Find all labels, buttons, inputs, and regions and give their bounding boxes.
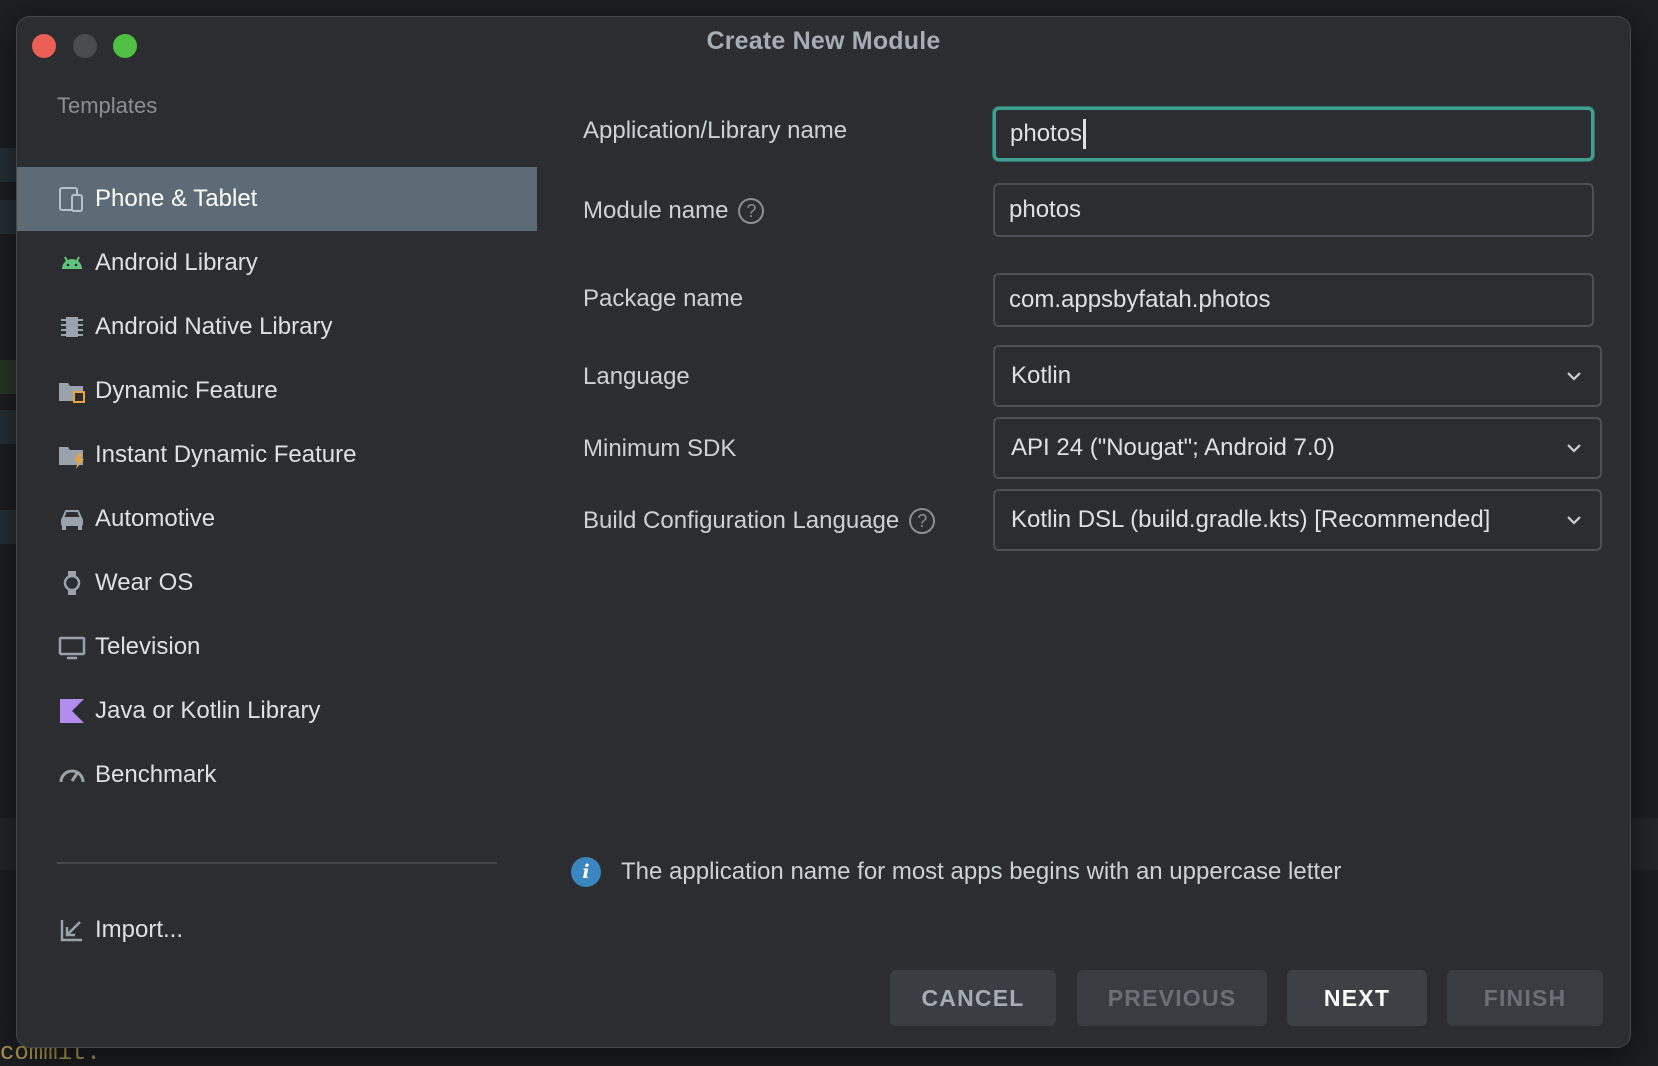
- language-label: Language: [583, 363, 690, 390]
- template-television[interactable]: Television: [17, 615, 537, 679]
- create-module-dialog: Create New Module Templates Phone & Tabl…: [16, 16, 1631, 1048]
- build-config-label: Build Configuration Language: [583, 507, 900, 534]
- editor-line-marker: [0, 510, 16, 544]
- min-sdk-value: API 24 ("Nougat"; Android 7.0): [1011, 434, 1335, 461]
- chevron-down-icon: [1567, 516, 1581, 525]
- package-name-input[interactable]: com.appsbyfatah.photos: [993, 273, 1594, 327]
- language-select[interactable]: Kotlin: [993, 345, 1602, 407]
- tv-icon: [57, 632, 87, 662]
- chevron-down-icon: [1567, 372, 1581, 381]
- info-message: i The application name for most apps beg…: [571, 857, 1341, 887]
- template-list: Phone & Tablet Android Library Android N…: [17, 167, 537, 807]
- app-name-input[interactable]: photos: [993, 107, 1594, 161]
- kotlin-icon: [57, 696, 87, 726]
- min-sdk-select[interactable]: API 24 ("Nougat"; Android 7.0): [993, 417, 1602, 479]
- template-label: Phone & Tablet: [95, 185, 258, 212]
- android-icon: [57, 248, 87, 278]
- editor-line-marker: [0, 148, 16, 182]
- template-label: Android Native Library: [95, 313, 333, 340]
- build-config-select[interactable]: Kotlin DSL (build.gradle.kts) [Recommend…: [993, 489, 1602, 551]
- editor-line-marker: [0, 410, 16, 444]
- module-name-value: photos: [1009, 196, 1082, 223]
- help-icon[interactable]: ?: [909, 508, 936, 534]
- info-text: The application name for most apps begin…: [621, 858, 1342, 885]
- template-dynamic-feature[interactable]: Dynamic Feature: [17, 359, 537, 423]
- template-java-kotlin-library[interactable]: Java or Kotlin Library: [17, 679, 537, 743]
- import-button[interactable]: Import...: [57, 915, 183, 945]
- template-label: Java or Kotlin Library: [95, 697, 321, 724]
- package-name-value: com.appsbyfatah.photos: [1009, 286, 1271, 313]
- templates-heading: Templates: [57, 93, 158, 118]
- text-caret: [1083, 119, 1087, 149]
- chevron-down-icon: [1567, 444, 1581, 453]
- gauge-icon: [57, 760, 87, 790]
- sidebar-divider: [57, 862, 497, 864]
- phone-tablet-icon: [57, 184, 87, 214]
- watch-icon: [57, 568, 87, 598]
- build-config-label-row: Build Configuration Language ?: [583, 507, 936, 535]
- editor-line-marker: [0, 200, 16, 234]
- template-benchmark[interactable]: Benchmark: [17, 743, 537, 807]
- native-chip-icon: [57, 312, 87, 342]
- template-android-library[interactable]: Android Library: [17, 231, 537, 295]
- folder-module-icon: [57, 376, 87, 406]
- template-label: Instant Dynamic Feature: [95, 441, 357, 468]
- folder-lightning-icon: [57, 440, 87, 470]
- import-label: Import...: [95, 916, 184, 943]
- package-name-label: Package name: [583, 285, 744, 312]
- module-form: Application/Library name photos Module n…: [583, 17, 1602, 617]
- language-value: Kotlin: [1011, 362, 1072, 389]
- template-label: Wear OS: [95, 569, 194, 596]
- template-label: Automotive: [95, 505, 216, 532]
- finish-button[interactable]: FINISH: [1447, 970, 1603, 1026]
- template-automotive[interactable]: Automotive: [17, 487, 537, 551]
- build-config-value: Kotlin DSL (build.gradle.kts) [Recommend…: [1011, 506, 1491, 533]
- template-label: Television: [95, 633, 201, 660]
- min-sdk-label: Minimum SDK: [583, 435, 737, 462]
- app-name-value: photos: [1010, 120, 1083, 147]
- app-name-label: Application/Library name: [583, 117, 848, 144]
- info-icon: i: [571, 857, 601, 887]
- editor-line-marker: [0, 360, 16, 394]
- module-name-input[interactable]: photos: [993, 183, 1594, 237]
- template-phone-tablet[interactable]: Phone & Tablet: [17, 167, 537, 231]
- template-label: Android Library: [95, 249, 258, 276]
- import-arrow-icon: [57, 915, 87, 945]
- cancel-button[interactable]: CANCEL: [890, 970, 1056, 1026]
- module-name-label: Module name: [583, 197, 729, 224]
- next-button[interactable]: NEXT: [1287, 970, 1427, 1026]
- templates-sidebar: Templates Phone & Tablet Android Library…: [17, 77, 537, 977]
- help-icon[interactable]: ?: [738, 198, 765, 224]
- car-icon: [57, 504, 87, 534]
- template-wear-os[interactable]: Wear OS: [17, 551, 537, 615]
- template-android-native-library[interactable]: Android Native Library: [17, 295, 537, 359]
- template-instant-dynamic-feature[interactable]: Instant Dynamic Feature: [17, 423, 537, 487]
- template-label: Benchmark: [95, 761, 217, 788]
- previous-button[interactable]: PREVIOUS: [1077, 970, 1267, 1026]
- template-label: Dynamic Feature: [95, 377, 278, 404]
- module-name-label-row: Module name ?: [583, 197, 765, 225]
